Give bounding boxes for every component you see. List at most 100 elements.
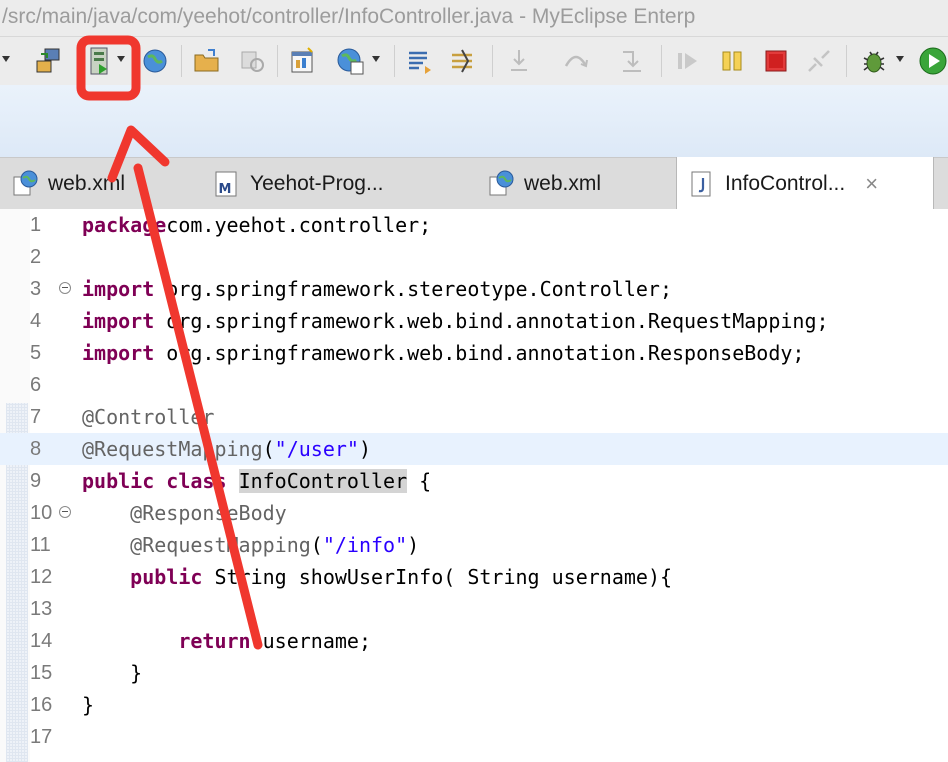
open-folder-icon[interactable] (192, 46, 222, 76)
pause-icon[interactable] (717, 46, 747, 76)
line-number: 10 (30, 502, 53, 524)
code-line[interactable]: 10 @ResponseBody (0, 497, 948, 529)
fold-toggle-icon[interactable] (59, 506, 71, 518)
deploy-icon[interactable] (33, 46, 63, 76)
keyword-token: public (82, 469, 155, 493)
close-icon[interactable]: × (865, 171, 878, 197)
code-token: ( (310, 533, 323, 557)
annotation-token: @Controller (82, 405, 215, 429)
java-file-icon (691, 171, 711, 196)
code-token: username; (250, 629, 371, 653)
step-icon[interactable] (448, 46, 478, 76)
fold-toggle-icon[interactable] (59, 282, 71, 294)
line-number: 15 (30, 662, 53, 684)
tab-info-controller[interactable]: InfoControl... × (676, 157, 934, 210)
tab-label: Yeehot-Prog... (250, 171, 384, 195)
keyword-token: package (82, 213, 167, 237)
code-text: @RequestMapping("/user") (82, 433, 371, 465)
line-number: 13 (30, 598, 53, 620)
code-text: } (82, 689, 94, 721)
code-line[interactable]: 2 (0, 241, 948, 273)
code-line[interactable]: 17 (0, 721, 948, 753)
stop-icon[interactable] (761, 46, 791, 76)
chevron-down-icon[interactable] (896, 56, 904, 62)
keyword-token: import (82, 341, 155, 365)
string-token: "/user" (274, 437, 359, 461)
code-line[interactable]: 16} (0, 689, 948, 721)
resume-icon[interactable] (673, 46, 703, 76)
code-text: } (82, 657, 142, 689)
globe-icon[interactable] (140, 46, 170, 76)
editor-tab-bar: web.xml M Yeehot-Prog... web.xml InfoCon… (0, 157, 948, 210)
refresh-disabled-icon[interactable] (238, 46, 268, 76)
code-line[interactable]: 14 return username; (0, 625, 948, 657)
keyword-token: import (82, 309, 155, 333)
keyword-token: import (82, 277, 155, 301)
code-token: ) (358, 437, 372, 461)
line-number: 7 (30, 406, 42, 428)
chevron-down-icon[interactable] (372, 56, 380, 62)
step-into-icon[interactable] (505, 46, 535, 76)
code-editor[interactable]: 1 packagecom.yeehot.controller; 2 3 import o… (0, 209, 948, 762)
chevron-down-icon[interactable] (117, 56, 125, 62)
window-title: /src/main/java/com/yeehot/controller/Inf… (2, 5, 696, 28)
code-token: } (82, 661, 143, 685)
code-line[interactable]: 13 (0, 593, 948, 625)
list-icon[interactable] (405, 46, 435, 76)
code-text: import org.springframework.stereotype.Co… (82, 273, 672, 305)
code-text: import org.springframework.web.bind.anno… (82, 337, 804, 369)
code-line[interactable]: 12 public String showUserInfo( String us… (0, 561, 948, 593)
code-token: String showUserInfo( String username){ (202, 565, 673, 589)
code-token: ) (407, 533, 420, 557)
chevron-down-icon[interactable] (2, 56, 10, 62)
code-line[interactable]: 6 (0, 369, 948, 401)
run-icon[interactable] (918, 46, 948, 76)
maven-pom-icon: M (215, 171, 237, 197)
tab-web-xml-2[interactable]: web.xml (486, 158, 661, 209)
code-text: @Controller (82, 401, 214, 433)
annotation-token: @RequestMapping (82, 437, 263, 461)
line-number: 6 (30, 374, 42, 396)
line-number: 16 (30, 694, 53, 716)
code-token: org.springframework.web.bind.annotation.… (154, 309, 829, 333)
web-browser-icon[interactable] (335, 46, 365, 76)
code-line[interactable]: 8 @RequestMapping("/user") (0, 433, 948, 465)
server-run-icon[interactable] (85, 46, 115, 76)
keyword-token: class (166, 469, 227, 493)
keyword-token: return (178, 629, 251, 653)
step-return-icon[interactable] (617, 46, 647, 76)
code-line[interactable]: 9 public class InfoController { (0, 465, 948, 497)
code-line[interactable]: 3 import org.springframework.stereotype.C… (0, 273, 948, 305)
code-line[interactable]: 15 } (0, 657, 948, 689)
disconnect-icon[interactable] (804, 46, 834, 76)
line-number: 8 (30, 438, 42, 460)
code-token: org.springframework.web.bind.annotation.… (154, 341, 805, 365)
new-window-icon[interactable] (288, 46, 318, 76)
string-token: "/info" (322, 533, 408, 557)
line-number: 12 (30, 566, 53, 588)
code-line[interactable]: 1 packagecom.yeehot.controller; (0, 209, 948, 241)
code-line[interactable]: 4 import org.springframework.web.bind.ann… (0, 305, 948, 337)
tab-label: web.xml (524, 171, 602, 195)
tab-web-xml-1[interactable]: web.xml (10, 158, 160, 209)
code-token: { (407, 469, 432, 493)
step-over-icon[interactable] (561, 46, 591, 76)
line-number: 3 (30, 278, 42, 300)
web-xml-icon (489, 170, 514, 195)
code-text: packagecom.yeehot.controller; (82, 209, 431, 241)
code-line[interactable]: 7 @Controller (0, 401, 948, 433)
code-line[interactable]: 5 import org.springframework.web.bind.ann… (0, 337, 948, 369)
tab-yeehot-prog[interactable]: M Yeehot-Prog... (212, 158, 427, 209)
code-token: } (82, 693, 95, 717)
keyword-token: public (130, 565, 203, 589)
code-line[interactable]: 11 @RequestMapping("/info") (0, 529, 948, 561)
highlighted-token: InfoController (238, 469, 408, 493)
tab-label: InfoControl... (725, 171, 846, 195)
debug-bug-icon[interactable] (859, 46, 889, 76)
